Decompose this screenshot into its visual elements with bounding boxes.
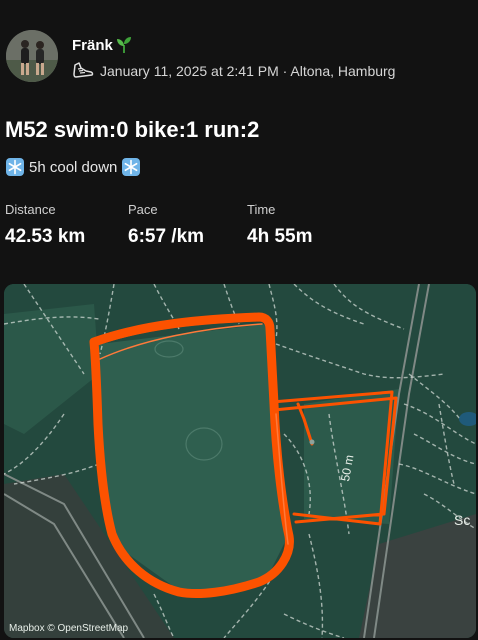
user-name-text[interactable]: Fränk bbox=[72, 37, 113, 54]
stat-label: Time bbox=[247, 202, 276, 217]
activity-title[interactable]: M52 swim:0 bike:1 run:2 bbox=[5, 117, 259, 143]
stat-distance: Distance 42.53 km bbox=[5, 202, 85, 248]
stat-value: 4h 55m bbox=[247, 226, 313, 247]
description-text: 5h cool down bbox=[29, 158, 118, 176]
stat-pace: Pace 6:57 /km bbox=[128, 202, 204, 248]
stat-time: Time 4h 55m bbox=[247, 202, 312, 248]
snowflake-icon bbox=[122, 158, 141, 176]
map-canvas bbox=[4, 284, 476, 638]
activity-date-location: January 11, 2025 at 2:41 PM · Altona, Ha… bbox=[100, 63, 396, 79]
seedling-icon bbox=[116, 37, 131, 53]
stat-value: 42.53 km bbox=[5, 226, 86, 247]
stat-value: 6:57 /km bbox=[128, 226, 205, 247]
route-map[interactable]: 50 m Sc Mapbox © OpenStreetMap bbox=[4, 284, 476, 638]
map-attribution[interactable]: Mapbox © OpenStreetMap bbox=[9, 623, 128, 634]
avatar[interactable] bbox=[6, 30, 58, 82]
user-name[interactable]: Fränk bbox=[72, 36, 133, 54]
stat-label: Distance bbox=[5, 202, 56, 217]
route-marker bbox=[309, 439, 315, 445]
snowflake-icon bbox=[6, 158, 24, 176]
place-label: Sc bbox=[454, 512, 471, 528]
stat-label: Pace bbox=[128, 202, 158, 217]
activity-stats: Distance 42.53 km Pace 6:57 /km Time 4h … bbox=[5, 202, 475, 252]
running-shoe-icon bbox=[73, 62, 94, 78]
activity-header: Fränk January 11, 2025 at 2:41 PM · Alto… bbox=[6, 30, 466, 84]
activity-description: 5h cool down bbox=[5, 157, 141, 177]
activity-meta: January 11, 2025 at 2:41 PM · Altona, Ha… bbox=[72, 61, 395, 81]
